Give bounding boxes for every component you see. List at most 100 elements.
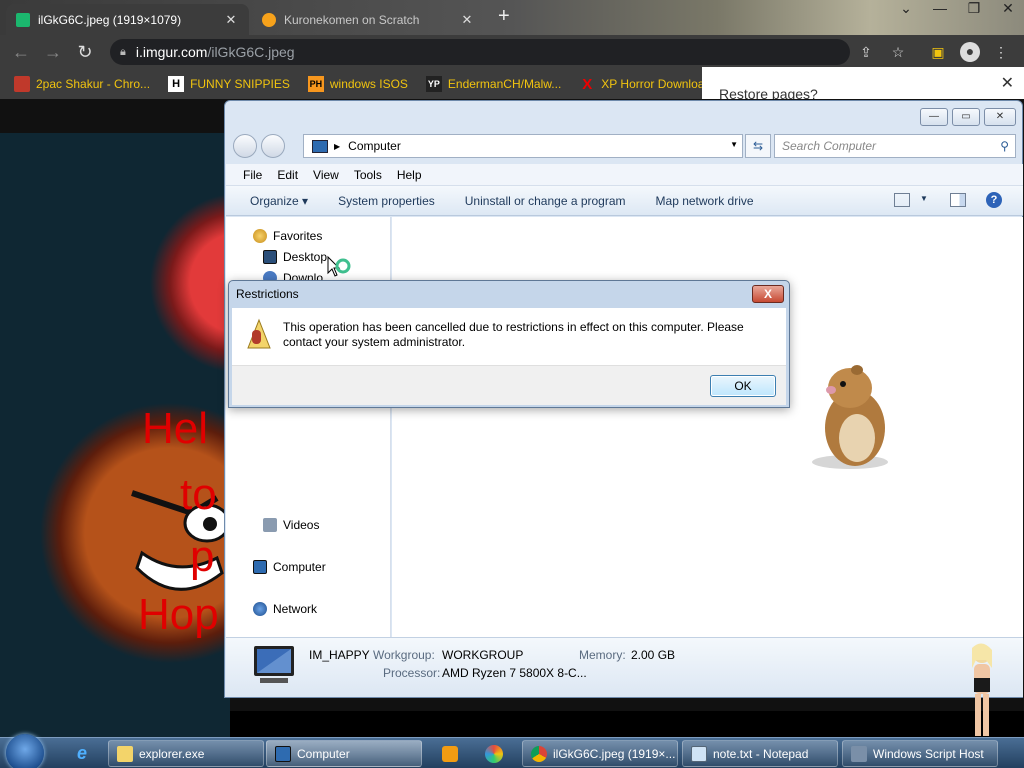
taskbar-item-notepad[interactable]: note.txt - Notepad — [682, 740, 838, 767]
computer-icon — [312, 139, 328, 153]
windows-start-icon[interactable] — [6, 734, 44, 768]
address-bar[interactable]: ▶ Computer ▼ — [303, 134, 743, 158]
desktop-icon — [263, 250, 277, 264]
bookmark-endermanch[interactable]: YP EndermanCH/Malw... — [425, 76, 561, 92]
browser-tab-active[interactable]: ilGkG6C.jpeg (1919×1079) ✕ — [6, 4, 249, 35]
tab-close-icon[interactable]: ✕ — [459, 12, 475, 28]
minimize-icon[interactable]: — — [930, 0, 950, 17]
address-bar[interactable]: 🔒︎ i.imgur.com/ilGkG6C.jpeg — [110, 39, 850, 65]
url-path: /ilGkG6C.jpeg — [207, 44, 295, 60]
search-placeholder: Search Computer — [782, 139, 877, 153]
search-input[interactable]: Search Computer ⚲ — [774, 134, 1016, 158]
forward-button[interactable] — [261, 134, 285, 158]
menu-bar: File Edit View Tools Help — [226, 164, 1023, 186]
tab-title: Kuronekomen on Scratch — [284, 12, 420, 27]
browser-window-controls: ⌄ — ❐ ✕ — [896, 0, 1018, 17]
forward-arrow-icon[interactable]: → — [42, 41, 64, 63]
menu-edit[interactable]: Edit — [277, 168, 298, 182]
processor-value: AMD Ryzen 7 5800X 8-C... — [442, 666, 587, 680]
details-pane: IM_HAPPY Workgroup: WORKGROUP Memory: 2.… — [226, 637, 1023, 697]
paint-palette-icon — [485, 744, 503, 763]
nav-label: Videos — [283, 518, 320, 532]
close-icon[interactable]: ✕ — [998, 0, 1018, 17]
nav-label: Desktop — [283, 250, 328, 264]
bookmark-label: 2pac Shakur - Chro... — [36, 77, 151, 91]
taskbar-label: note.txt - Notepad — [713, 746, 809, 761]
background-text-line: to — [180, 470, 217, 519]
media-player-pinned[interactable] — [432, 740, 468, 767]
maximize-button[interactable]: ▭ — [952, 108, 980, 126]
x-logo-icon: X — [582, 75, 593, 93]
dropdown-arrow-icon[interactable]: ▼ — [730, 140, 738, 149]
taskbar-item-computer[interactable]: Computer — [266, 740, 422, 767]
nav-videos[interactable]: Videos — [263, 518, 319, 532]
restore-icon[interactable]: ❐ — [964, 0, 984, 17]
bookmark-2pac[interactable]: 2pac Shakur - Chro... — [14, 76, 150, 92]
kebab-menu-icon[interactable]: ⋮ — [992, 43, 1010, 61]
taskbar-item-script-host[interactable]: Windows Script Host — [842, 740, 998, 767]
background-text-line: Hop — [138, 590, 219, 639]
chevron-down-icon[interactable]: ⌄ — [896, 0, 916, 17]
nav-computer[interactable]: Computer — [253, 560, 326, 574]
explorer-navigation-bar: ▶ Computer ▼ ⇆ Search Computer ⚲ — [233, 133, 1018, 159]
dialog-body: This operation has been cancelled due to… — [232, 308, 786, 365]
nav-network[interactable]: Network — [253, 602, 317, 616]
background-text-line: p — [190, 532, 215, 581]
taskbar-item-explorer-exe[interactable]: explorer.exe — [108, 740, 264, 767]
bookmark-xp-horror[interactable]: X XP Horror Download — [579, 75, 711, 93]
tab-close-icon[interactable]: ✕ — [223, 12, 239, 28]
processor-label: Processor: — [383, 666, 441, 680]
help-icon[interactable]: ? — [986, 192, 1002, 208]
uninstall-program-button[interactable]: Uninstall or change a program — [465, 194, 626, 208]
change-view-icon[interactable] — [894, 193, 910, 207]
internet-explorer-pinned[interactable]: e — [64, 740, 100, 767]
preview-pane-icon[interactable] — [950, 193, 966, 207]
taskbar: e explorer.exe Computer ilGkG6C.jpeg (19… — [0, 734, 1024, 768]
restriction-warning-icon — [247, 318, 271, 349]
computer-icon — [253, 560, 267, 574]
breadcrumb-arrow-icon[interactable]: ▶ — [334, 142, 340, 151]
close-icon[interactable]: ✕ — [1001, 73, 1014, 93]
nav-desktop[interactable]: Desktop — [263, 250, 327, 264]
refresh-button[interactable]: ⇆ — [745, 134, 771, 158]
url-host: i.imgur.com — [135, 44, 208, 60]
system-properties-button[interactable]: System properties — [338, 194, 435, 208]
back-button[interactable] — [233, 134, 257, 158]
taskbar-item-chrome[interactable]: ilGkG6C.jpeg (1919×... — [522, 740, 678, 767]
bookmark-funny-snippies[interactable]: H FUNNY SNIPPIES — [168, 76, 290, 92]
browser-tab-inactive[interactable]: Kuronekomen on Scratch ✕ — [252, 4, 485, 35]
menu-help[interactable]: Help — [397, 168, 422, 182]
share-icon[interactable]: ⇪ — [857, 43, 875, 61]
computer-name: IM_HAPPY — [309, 648, 370, 662]
profile-avatar-icon[interactable]: ● — [960, 42, 980, 62]
paint-pinned[interactable] — [476, 740, 512, 767]
ok-button[interactable]: OK — [710, 375, 776, 397]
nav-favorites[interactable]: Favorites — [253, 229, 322, 243]
reload-icon[interactable]: ↻ — [74, 41, 96, 63]
chevron-down-icon[interactable]: ▼ — [920, 194, 928, 203]
map-network-drive-button[interactable]: Map network drive — [656, 194, 754, 208]
scratch-favicon-icon — [262, 12, 276, 27]
close-button[interactable]: ✕ — [984, 108, 1016, 126]
hamster-image — [812, 365, 888, 469]
memory-value: 2.00 GB — [631, 648, 676, 662]
menu-tools[interactable]: Tools — [354, 168, 382, 182]
network-globe-icon — [253, 602, 267, 616]
star-icon[interactable]: ☆ — [889, 43, 907, 61]
address-text: Computer — [348, 139, 401, 153]
restrictions-dialog: Restrictions X This operation has been c… — [228, 280, 790, 408]
videos-icon — [263, 518, 277, 532]
extension-icon[interactable]: ▣ — [929, 43, 947, 61]
back-arrow-icon[interactable]: ← — [10, 41, 32, 63]
minimize-button[interactable]: — — [920, 108, 948, 126]
menu-view[interactable]: View — [313, 168, 339, 182]
computer-icon — [275, 745, 291, 762]
bookmark-windows-isos[interactable]: PH windows ISOS — [307, 76, 408, 92]
menu-file[interactable]: File — [243, 168, 262, 182]
browser-toolbar: ← → ↻ 🔒︎ i.imgur.com/ilGkG6C.jpeg ⇪ ☆ ▣ … — [0, 35, 1024, 69]
dialog-close-button[interactable]: X — [752, 285, 784, 303]
notepad-icon — [691, 745, 707, 762]
plus-icon[interactable]: + — [498, 6, 510, 26]
organize-button[interactable]: Organize ▾ — [250, 194, 308, 208]
nav-label: Computer — [273, 560, 326, 574]
